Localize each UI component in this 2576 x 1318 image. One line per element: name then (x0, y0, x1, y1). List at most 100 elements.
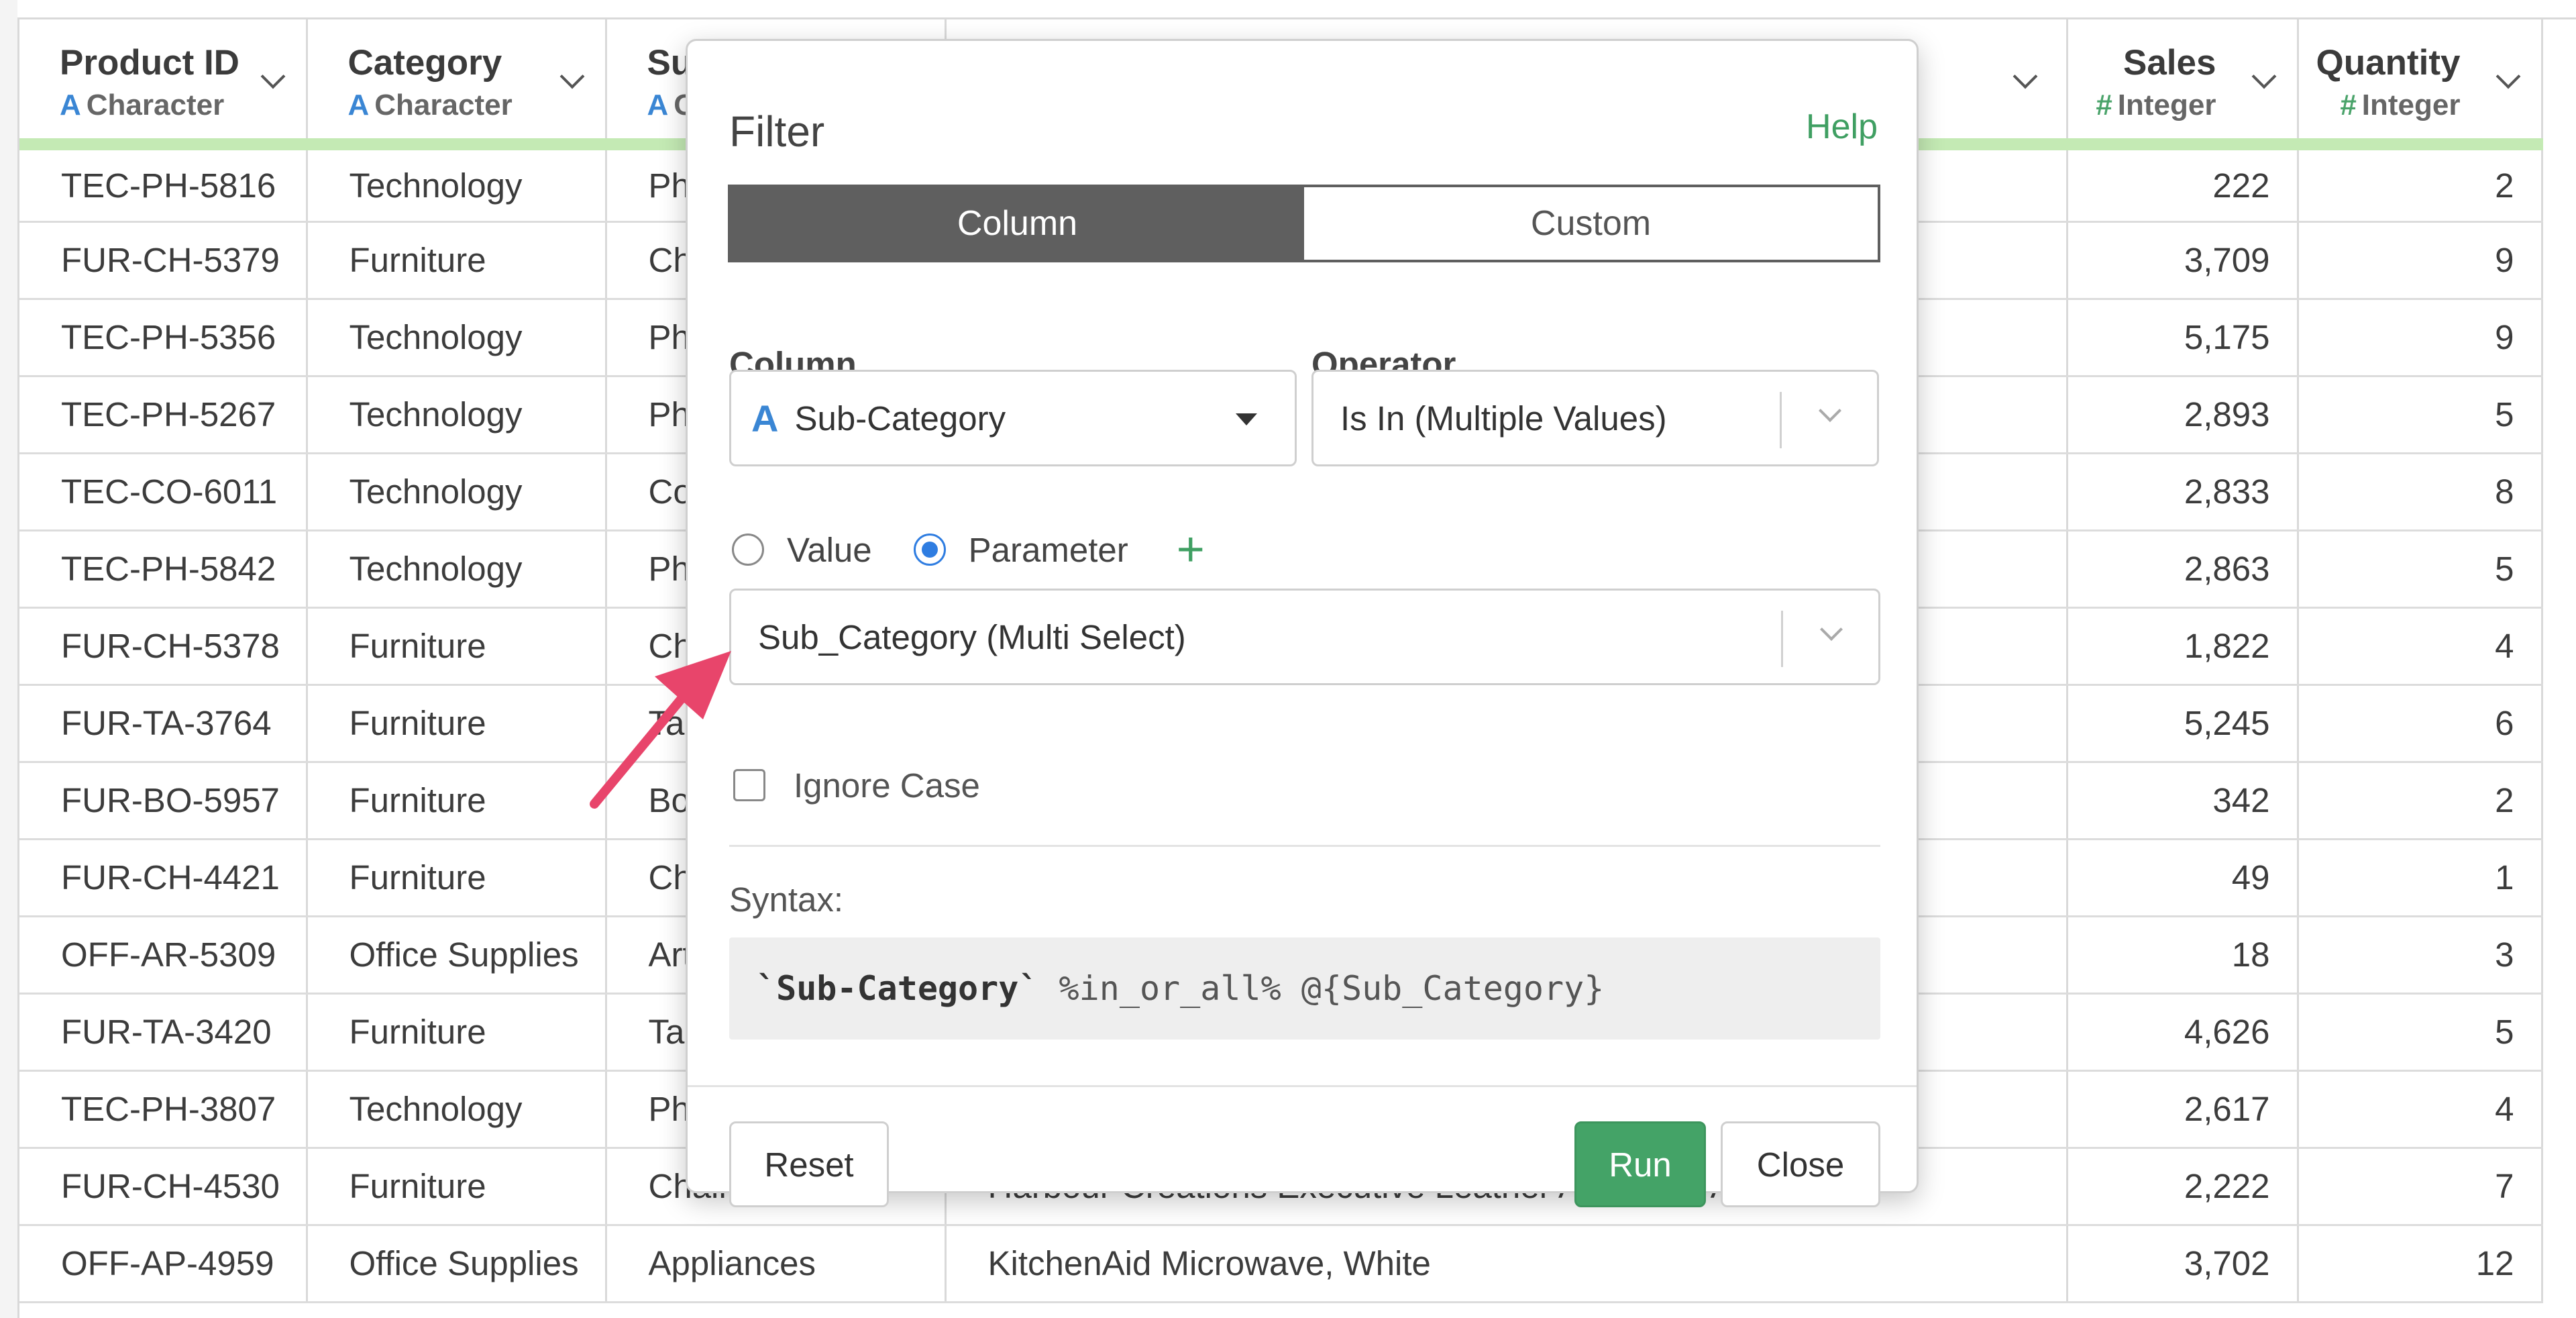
cell-sub-category: Appliances (606, 1225, 947, 1303)
cell-product-id: TEC-PH-5842 (19, 530, 308, 609)
cell-product-id: FUR-CH-5378 (19, 607, 308, 686)
parameter-select-value: Sub_Category (Multi Select) (758, 617, 1186, 656)
tab-custom[interactable]: Custom (1304, 187, 1878, 260)
column-type: A Character (60, 87, 305, 124)
chevron-down-icon[interactable] (2496, 64, 2520, 89)
ignore-case-label[interactable]: Ignore Case (794, 766, 980, 805)
app-frame: Product ID A Character Category A Characte… (0, 0, 2576, 1318)
cell-quantity: 5 (2298, 530, 2543, 609)
cell-quantity: 5 (2298, 376, 2543, 454)
cell-product-id: FUR-BO-5957 (19, 762, 308, 840)
cell-category: Technology (307, 1070, 607, 1149)
cell-sales: 342 (2067, 762, 2299, 840)
cell-sales: 5,175 (2067, 299, 2299, 377)
syntax-column: `Sub-Category` (756, 969, 1039, 1008)
table-row: OFF-AP-4959 Office Supplies Appliances K… (19, 1225, 2543, 1303)
cell-product-id: TEC-PH-5356 (19, 299, 308, 377)
column-header-category[interactable]: Category A Character (307, 19, 607, 150)
column-header-product-id[interactable]: Product ID A Character (19, 19, 308, 150)
ignore-case-checkbox[interactable] (733, 769, 765, 801)
help-link[interactable]: Help (1806, 107, 1878, 147)
cell-sales: 222 (2067, 144, 2299, 223)
tab-column[interactable]: Column (731, 187, 1304, 260)
operator-select-value: Is In (Multiple Values) (1340, 399, 1667, 438)
cell-quantity: 12 (2298, 1225, 2543, 1303)
dialog-title: Filter (729, 107, 825, 156)
cell-product-id: OFF-AR-5309 (19, 916, 308, 995)
column-name: Sales (2123, 43, 2216, 83)
select-divider (1780, 392, 1782, 448)
character-type-icon: A (751, 397, 779, 440)
chevron-down-icon[interactable] (1820, 618, 1843, 641)
filter-dialog: Filter Help Column Custom Column Operato… (686, 39, 1919, 1207)
column-type-label: Integer (2117, 89, 2216, 121)
cell-product-id: TEC-PH-3807 (19, 1070, 308, 1149)
value-type-radio-group: Value Parameter + (732, 523, 1205, 576)
cell-product-name: KitchenAid Microwave, White (945, 1225, 2068, 1303)
character-type-icon: A (60, 89, 81, 121)
cell-quantity: 2 (2298, 144, 2543, 223)
cell-product-id: FUR-CH-4530 (19, 1148, 308, 1226)
syntax-expression: %in_or_all% @{Sub_Category} (1038, 969, 1605, 1008)
column-type: A Character (348, 87, 604, 124)
cell-product-id: FUR-CH-4421 (19, 839, 308, 917)
cell-quantity: 6 (2298, 685, 2543, 763)
cell-product-id: TEC-CO-6011 (19, 453, 308, 531)
cell-sales: 2,893 (2067, 376, 2299, 454)
column-header-quantity[interactable]: Quantity # Integer (2298, 19, 2543, 150)
add-parameter-icon[interactable]: + (1177, 525, 1205, 574)
parameter-radio-label[interactable]: Parameter (969, 530, 1128, 570)
cell-product-id: FUR-TA-3420 (19, 993, 308, 1072)
syntax-preview: `Sub-Category` %in_or_all% @{Sub_Categor… (729, 937, 1880, 1040)
run-button[interactable]: Run (1574, 1121, 1706, 1207)
cell-product-id: FUR-TA-3764 (19, 685, 308, 763)
select-divider (1781, 611, 1783, 667)
cell-product-id: TEC-PH-5267 (19, 376, 308, 454)
cell-quantity: 9 (2298, 299, 2543, 377)
column-type: # Integer (2299, 87, 2461, 124)
chevron-down-icon[interactable] (2251, 64, 2276, 89)
column-type-label: Integer (2361, 89, 2461, 121)
value-radio-label[interactable]: Value (787, 530, 872, 570)
cell-quantity: 4 (2298, 607, 2543, 686)
cell-category: Office Supplies (307, 1225, 607, 1303)
cell-quantity: 3 (2298, 916, 2543, 995)
filter-mode-toggle: Column Custom (728, 185, 1880, 262)
caret-down-icon[interactable] (1236, 413, 1257, 425)
cell-category: Technology (307, 376, 607, 454)
cell-product-id: TEC-PH-5816 (19, 144, 308, 223)
column-select[interactable]: A Sub-Category (729, 370, 1297, 466)
divider (729, 845, 1880, 847)
column-name: Quantity (2316, 43, 2461, 83)
cell-product-id: OFF-AP-4959 (19, 1225, 308, 1303)
column-select-value: Sub-Category (794, 399, 1006, 438)
value-radio[interactable] (732, 534, 764, 566)
cell-category: Furniture (307, 607, 607, 686)
parameter-radio[interactable] (913, 534, 946, 566)
column-header-sales[interactable]: Sales # Integer (2067, 19, 2299, 150)
cell-quantity: 1 (2298, 839, 2543, 917)
cell-category: Furniture (307, 762, 607, 840)
cell-sales: 5,245 (2067, 685, 2299, 763)
cell-category: Office Supplies (307, 916, 607, 995)
parameter-select[interactable]: Sub_Category (Multi Select) (729, 589, 1880, 685)
chevron-down-icon[interactable] (1819, 399, 1841, 422)
chevron-down-icon[interactable] (2012, 64, 2037, 89)
syntax-label: Syntax: (729, 880, 844, 919)
cell-sales: 1,822 (2067, 607, 2299, 686)
cell-category: Furniture (307, 685, 607, 763)
cell-category: Furniture (307, 839, 607, 917)
operator-select[interactable]: Is In (Multiple Values) (1311, 370, 1879, 466)
ignore-case-option: Ignore Case (733, 762, 980, 809)
cell-sales: 3,702 (2067, 1225, 2299, 1303)
column-type-label: Character (86, 89, 225, 121)
cell-quantity: 8 (2298, 453, 2543, 531)
cell-quantity: 9 (2298, 221, 2543, 300)
close-button[interactable]: Close (1721, 1121, 1880, 1207)
cell-quantity: 4 (2298, 1070, 2543, 1149)
cell-category: Technology (307, 299, 607, 377)
column-type-label: Character (374, 89, 513, 121)
reset-button[interactable]: Reset (729, 1121, 889, 1207)
cell-quantity: 2 (2298, 762, 2543, 840)
cell-category: Furniture (307, 993, 607, 1072)
